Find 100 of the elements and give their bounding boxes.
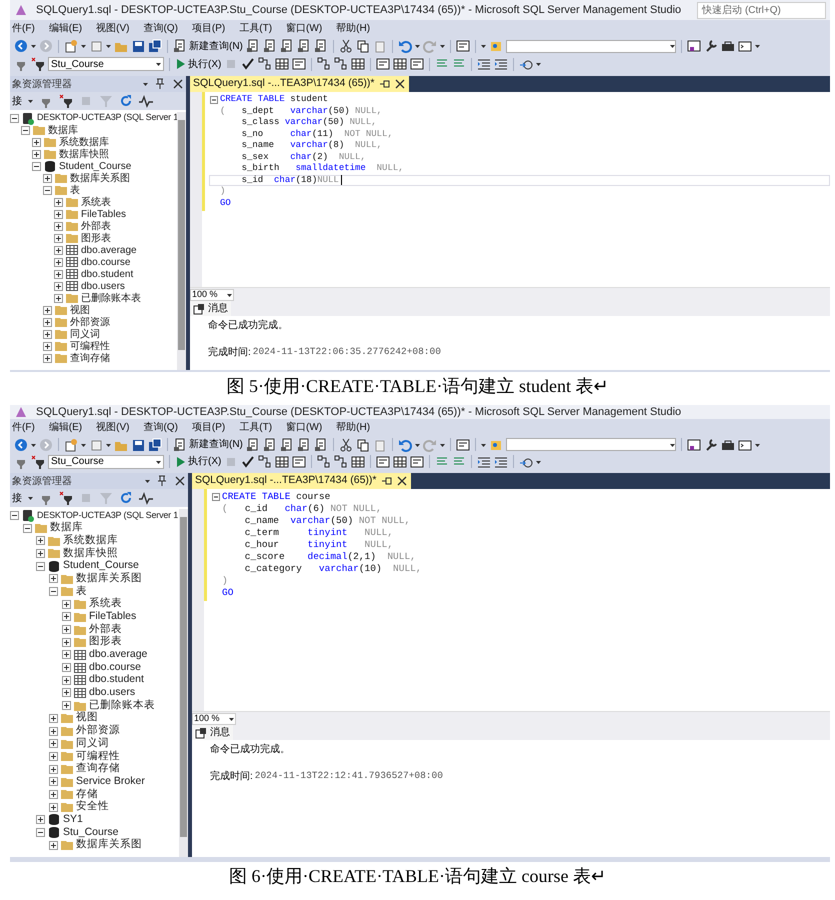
menu-item[interactable]: 查询(Q)	[143, 21, 178, 36]
tree-item[interactable]: 数据库	[48, 122, 78, 138]
tree-item[interactable]: 数据库快照	[59, 146, 109, 162]
menu-item[interactable]: 视图(V)	[96, 21, 130, 36]
plug-icon[interactable]	[31, 454, 45, 468]
tree-item[interactable]: 外部表	[81, 218, 111, 234]
plug-icon[interactable]	[59, 94, 73, 108]
indent-icon[interactable]	[494, 454, 508, 468]
zoom-dropdown[interactable]: 100 %	[190, 288, 234, 300]
query-document-icon[interactable]	[314, 438, 328, 452]
menu-item[interactable]: 窗口(W)	[286, 420, 322, 435]
caret-icon[interactable]	[143, 81, 148, 87]
tree-item[interactable]: dbo.course	[81, 254, 130, 270]
tree-item[interactable]: 数据库关系图	[70, 170, 130, 186]
menu-item[interactable]: 项目(P)	[192, 420, 226, 435]
expander-icon[interactable]	[21, 126, 30, 134]
wrench-icon[interactable]	[704, 438, 718, 452]
undo-icon[interactable]	[398, 39, 412, 53]
save-all-icon[interactable]	[148, 39, 162, 53]
expander-icon[interactable]	[62, 650, 71, 660]
plug-icon[interactable]	[31, 57, 45, 71]
pin-icon[interactable]	[154, 78, 166, 90]
expander-icon[interactable]	[32, 138, 41, 146]
expander-icon[interactable]	[49, 802, 58, 812]
tree-item[interactable]: 数据库关系图	[76, 837, 142, 854]
expander-icon[interactable]	[49, 752, 58, 761]
query-document-icon[interactable]	[314, 39, 328, 53]
close-icon[interactable]	[396, 475, 408, 487]
caret-icon[interactable]	[480, 43, 486, 49]
expander-icon[interactable]	[54, 282, 63, 290]
tree-item[interactable]: 系统数据库	[59, 134, 109, 150]
expander-icon[interactable]	[43, 342, 52, 350]
copy-icon[interactable]	[356, 39, 370, 53]
expander-icon[interactable]	[43, 318, 52, 326]
caret-icon[interactable]	[670, 43, 675, 49]
caret-icon[interactable]	[31, 442, 36, 448]
expander-icon[interactable]	[43, 306, 52, 314]
grid-icon[interactable]	[351, 454, 366, 468]
console-icon[interactable]	[738, 438, 752, 452]
grid-icon[interactable]	[351, 57, 366, 71]
menu-item[interactable]: 工具(T)	[239, 21, 272, 36]
caret-icon[interactable]	[81, 442, 86, 448]
menu-item[interactable]: 查询(Q)	[143, 420, 178, 435]
tree-item[interactable]: 表	[70, 182, 80, 198]
caret-icon[interactable]	[480, 442, 486, 448]
expander-icon[interactable]	[54, 294, 63, 302]
tree-item[interactable]: 表	[76, 584, 87, 600]
connect-button[interactable]: 接	[12, 94, 22, 108]
scissors-icon[interactable]	[338, 438, 353, 452]
window-icon[interactable]	[376, 454, 390, 468]
caret-icon[interactable]	[229, 716, 234, 722]
tree-item[interactable]: 图形表	[81, 230, 111, 246]
save-icon[interactable]	[131, 39, 145, 53]
quick-launch-field[interactable]: 快速启动 (Ctrl+Q)	[697, 2, 826, 18]
new-project-icon[interactable]	[64, 39, 78, 53]
query-document-icon[interactable]	[262, 438, 277, 452]
editor-tab[interactable]: SQLQuery1.sql -...TEA3P\17434 (65))*	[192, 473, 410, 489]
caret-icon[interactable]	[156, 61, 161, 67]
check-icon[interactable]	[241, 57, 256, 71]
query-document-icon[interactable]	[296, 39, 311, 53]
caret-icon[interactable]	[31, 43, 36, 49]
query-document-icon[interactable]	[262, 39, 277, 53]
refresh-icon[interactable]	[119, 94, 133, 108]
menu-item[interactable]: 帮助(H)	[336, 21, 370, 36]
expander-icon[interactable]	[49, 777, 58, 786]
expander-icon[interactable]	[62, 625, 71, 634]
indent-icon[interactable]	[477, 454, 492, 468]
query-document-icon[interactable]	[280, 39, 294, 53]
expander-icon[interactable]	[23, 524, 32, 533]
expander-icon[interactable]	[43, 330, 52, 338]
toolbox-icon[interactable]	[720, 438, 735, 452]
expander-icon[interactable]	[54, 270, 63, 278]
toolbox-icon[interactable]	[720, 39, 735, 53]
expander-icon[interactable]	[49, 739, 58, 748]
scissors-icon[interactable]	[338, 39, 353, 53]
back-icon[interactable]	[14, 39, 28, 53]
grid-icon[interactable]	[275, 454, 290, 468]
plug-icon[interactable]	[59, 491, 73, 505]
expander-icon[interactable]	[62, 676, 71, 685]
pin-icon[interactable]	[156, 475, 168, 487]
expander-icon[interactable]	[36, 828, 45, 838]
menu-item[interactable]: 编辑(E)	[48, 420, 82, 435]
messages-tab[interactable]: 消息	[192, 725, 233, 740]
activity-icon[interactable]	[139, 491, 153, 505]
expander-icon[interactable]	[49, 714, 58, 723]
caret-icon[interactable]	[754, 442, 760, 448]
console-icon[interactable]	[738, 39, 752, 53]
tree-item[interactable]: 系统表	[89, 596, 122, 612]
grid-icon[interactable]	[393, 57, 408, 71]
caret-icon[interactable]	[106, 442, 111, 448]
caret-icon[interactable]	[106, 43, 111, 49]
menu-item[interactable]: 件(F)	[12, 21, 35, 36]
expander-icon[interactable]	[62, 701, 71, 710]
window-icon[interactable]	[410, 454, 424, 468]
tree-item[interactable]: 外部资源	[76, 723, 120, 739]
expander-icon[interactable]	[32, 162, 41, 170]
expander-icon[interactable]	[49, 764, 58, 774]
expander-icon[interactable]	[10, 510, 19, 520]
caret-icon[interactable]	[145, 478, 150, 484]
indent-icon[interactable]	[477, 57, 492, 71]
